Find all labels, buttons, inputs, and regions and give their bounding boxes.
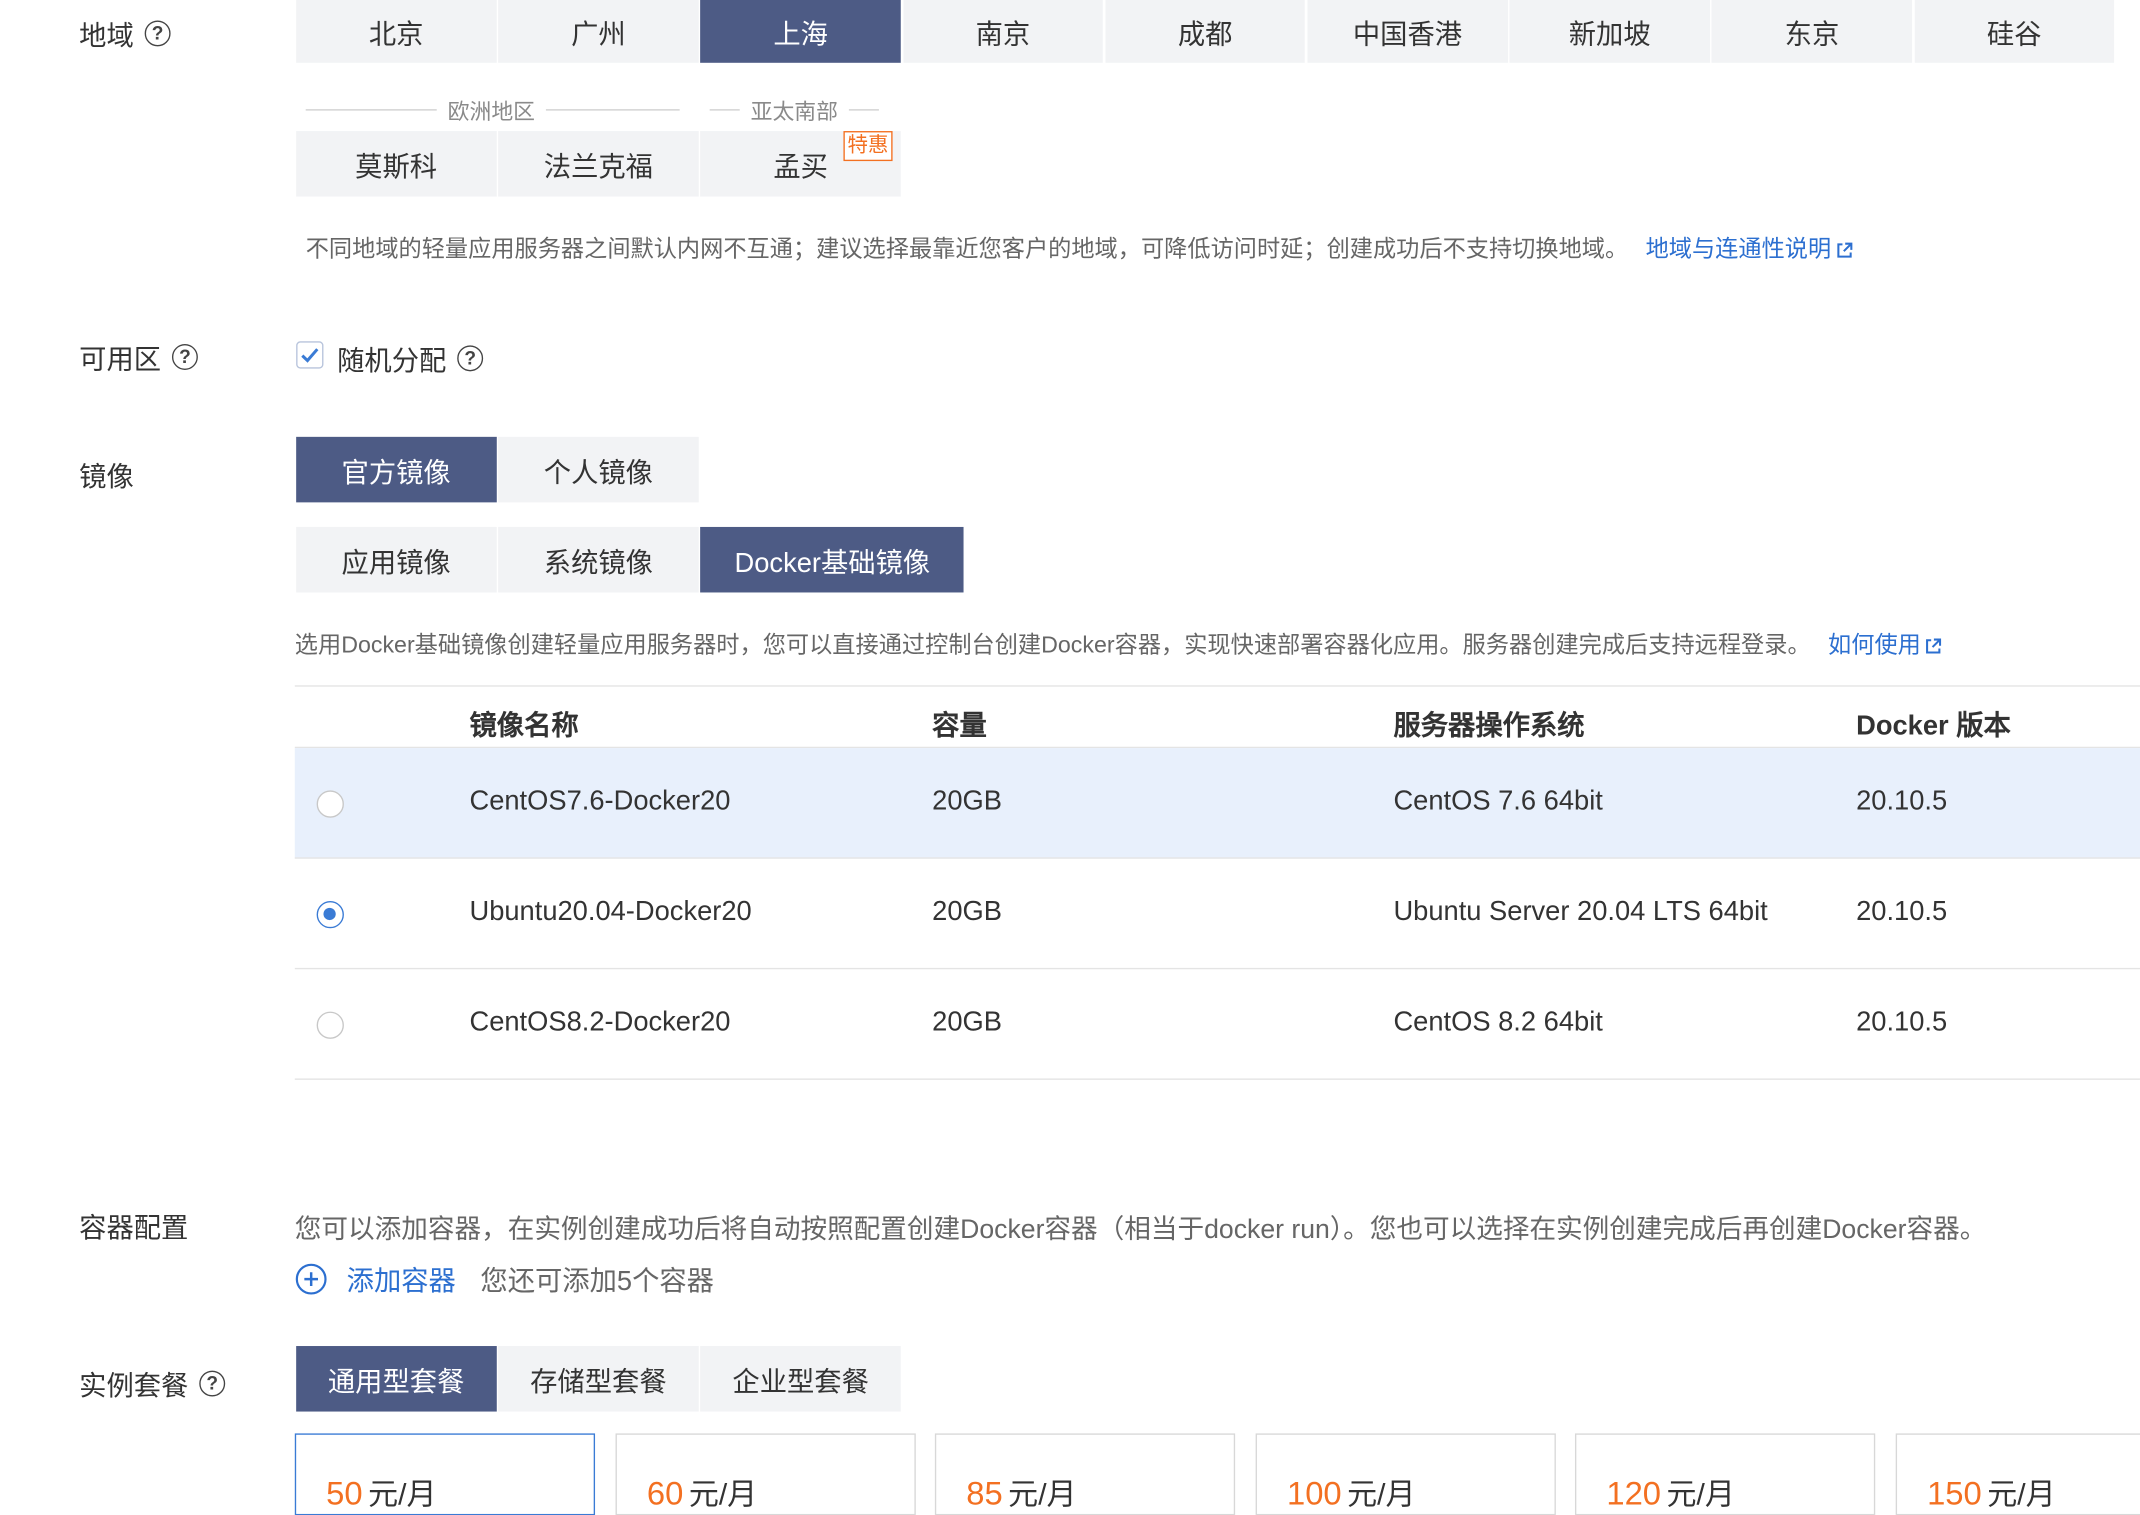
plan-price: 120 元/月 bbox=[1606, 1470, 1735, 1514]
image-radio-button[interactable] bbox=[316, 1011, 344, 1039]
plan-price: 100 元/月 bbox=[1287, 1470, 1416, 1514]
column-header-docker-version: Docker 版本 bbox=[1856, 711, 2011, 742]
apac-south-group-label: 亚太南部 bbox=[709, 93, 879, 126]
region-tab-8[interactable]: 硅谷 bbox=[1914, 0, 2115, 63]
column-header-capacity: 容量 bbox=[932, 711, 987, 742]
plan-price-amount: 100 bbox=[1286, 1475, 1342, 1513]
plan-price-unit: 元/月 bbox=[1666, 1477, 1735, 1512]
region-tab-2[interactable]: 上海 bbox=[700, 0, 901, 63]
image-type-tab-0[interactable]: 应用镜像 bbox=[296, 526, 497, 593]
plan-price-unit: 元/月 bbox=[1987, 1477, 2056, 1512]
plan-price: 85 元/月 bbox=[966, 1470, 1076, 1514]
region-label: 地域 bbox=[79, 21, 134, 52]
image-name-cell: CentOS8.2-Docker20 bbox=[469, 1007, 731, 1038]
plan-label: 实例套餐 bbox=[79, 1371, 189, 1402]
region-tab-4[interactable]: 成都 bbox=[1105, 0, 1306, 63]
region-tab-1[interactable]: 广州 bbox=[498, 0, 699, 63]
image-label: 镜像 bbox=[79, 462, 134, 493]
plan-price-unit: 元/月 bbox=[1008, 1477, 1077, 1512]
image-radio-button[interactable] bbox=[316, 790, 344, 818]
region-tab-3[interactable]: 南京 bbox=[902, 0, 1103, 63]
os-cell: CentOS 7.6 64bit bbox=[1393, 786, 1603, 817]
plan-card[interactable]: 120 元/月 bbox=[1574, 1433, 1876, 1515]
zone-label-group: 可用区 ? bbox=[79, 337, 198, 377]
os-cell: CentOS 8.2 64bit bbox=[1393, 1007, 1603, 1038]
plan-card[interactable]: 60 元/月 bbox=[615, 1433, 916, 1515]
question-circle-icon[interactable]: ? bbox=[199, 1370, 226, 1397]
region-tab-0[interactable]: 北京 bbox=[296, 0, 497, 63]
image-hint: 选用Docker基础镜像创建轻量应用服务器时，您可以直接通过控制台创建Docke… bbox=[295, 625, 1943, 659]
region-tab-5[interactable]: 中国香港 bbox=[1307, 0, 1508, 63]
image-type-tab-1[interactable]: 系统镜像 bbox=[498, 526, 699, 593]
container-label: 容器配置 bbox=[79, 1213, 189, 1244]
how-to-use-link[interactable]: 如何使用 bbox=[1828, 632, 1943, 658]
plan-card[interactable]: 85 元/月 bbox=[934, 1433, 1236, 1515]
column-header-os: 服务器操作系统 bbox=[1393, 711, 1585, 742]
image-label-group: 镜像 bbox=[79, 455, 134, 495]
plan-price-amount: 50 bbox=[326, 1475, 363, 1513]
random-assign-checkbox[interactable] bbox=[296, 341, 324, 369]
random-assign-label-group: 随机分配 ? bbox=[337, 339, 484, 379]
plan-price-amount: 120 bbox=[1606, 1475, 1662, 1513]
image-type-tab-2[interactable]: Docker基础镜像 bbox=[700, 526, 965, 593]
extra-region-tab-0[interactable]: 莫斯科 bbox=[296, 131, 497, 197]
add-container-row: 添加容器 您还可添加5个容器 bbox=[295, 1259, 714, 1299]
plan-price-amount: 85 bbox=[966, 1475, 1003, 1513]
question-circle-icon[interactable]: ? bbox=[144, 20, 171, 47]
image-name-cell: Ubuntu20.04-Docker20 bbox=[469, 896, 752, 927]
plus-circle-icon[interactable] bbox=[295, 1262, 328, 1295]
image-name-cell: CentOS7.6-Docker20 bbox=[469, 786, 731, 817]
plan-price: 60 元/月 bbox=[647, 1470, 757, 1514]
plan-card[interactable]: 150 元/月 bbox=[1895, 1433, 2140, 1515]
plan-price-unit: 元/月 bbox=[1347, 1477, 1416, 1512]
promo-badge: 特惠 bbox=[843, 131, 893, 162]
image-source-tab-1[interactable]: 个人镜像 bbox=[498, 436, 699, 503]
plan-label-group: 实例套餐 ? bbox=[79, 1364, 226, 1404]
plan-tab-2[interactable]: 企业型套餐 bbox=[700, 1346, 901, 1412]
plan-price-unit: 元/月 bbox=[368, 1477, 437, 1512]
table-row[interactable]: CentOS8.2-Docker20 20GB CentOS 8.2 64bit 20… bbox=[294, 969, 2140, 1080]
capacity-cell: 20GB bbox=[932, 1007, 1002, 1038]
check-icon bbox=[301, 348, 319, 363]
external-link-icon bbox=[1926, 638, 1942, 654]
plan-price: 50 元/月 bbox=[326, 1470, 436, 1514]
extra-region-tab-1[interactable]: 法兰克福 bbox=[498, 131, 699, 197]
os-cell: Ubuntu Server 20.04 LTS 64bit bbox=[1393, 896, 1768, 927]
image-table-header: 镜像名称 容量 服务器操作系统 Docker 版本 bbox=[294, 685, 2140, 749]
plan-price: 150 元/月 bbox=[1927, 1470, 2056, 1514]
plan-price-amount: 150 bbox=[1927, 1475, 1982, 1513]
region-connectivity-link[interactable]: 地域与连通性说明 bbox=[1646, 236, 1853, 262]
region-label-group: 地域 ? bbox=[79, 14, 171, 54]
container-hint: 您可以添加容器，在实例创建成功后将自动按照配置创建Docker容器（相当于doc… bbox=[294, 1214, 1987, 1246]
europe-group-label: 欧洲地区 bbox=[305, 93, 680, 126]
plan-price-unit: 元/月 bbox=[688, 1477, 758, 1512]
docker-version-cell: 20.10.5 bbox=[1856, 786, 1948, 817]
region-tab-7[interactable]: 东京 bbox=[1711, 0, 1912, 63]
plan-tab-1[interactable]: 存储型套餐 bbox=[498, 1346, 699, 1412]
plan-card[interactable]: 50 元/月 bbox=[294, 1433, 596, 1515]
add-container-button[interactable]: 添加容器 bbox=[347, 1259, 456, 1299]
container-label-group: 容器配置 bbox=[79, 1205, 188, 1245]
zone-label: 可用区 bbox=[79, 345, 162, 376]
capacity-cell: 20GB bbox=[932, 896, 1002, 927]
random-assign-label[interactable]: 随机分配 bbox=[337, 339, 446, 379]
table-row[interactable]: CentOS7.6-Docker20 20GB CentOS 7.6 64bit 20… bbox=[294, 748, 2140, 859]
question-circle-icon[interactable]: ? bbox=[457, 345, 484, 372]
plan-tab-0[interactable]: 通用型套餐 bbox=[296, 1346, 497, 1412]
docker-version-cell: 20.10.5 bbox=[1856, 1007, 1948, 1038]
plan-card[interactable]: 100 元/月 bbox=[1255, 1433, 1556, 1515]
question-circle-icon[interactable]: ? bbox=[171, 344, 198, 370]
column-header-name: 镜像名称 bbox=[469, 711, 579, 742]
region-hint: 不同地域的轻量应用服务器之间默认内网不互通；建议选择最靠近您客户的地域，可降低访… bbox=[306, 229, 1853, 263]
image-source-tab-0[interactable]: 官方镜像 bbox=[296, 436, 497, 503]
image-radio-button[interactable] bbox=[316, 900, 344, 929]
plan-price-amount: 60 bbox=[646, 1475, 684, 1513]
docker-version-cell: 20.10.5 bbox=[1856, 896, 1948, 927]
capacity-cell: 20GB bbox=[932, 786, 1002, 817]
table-row[interactable]: Ubuntu20.04-Docker20 20GB Ubuntu Server 20… bbox=[294, 859, 2140, 970]
region-tab-6[interactable]: 新加坡 bbox=[1509, 0, 1710, 63]
remaining-container-count: 您还可添加5个容器 bbox=[480, 1266, 714, 1297]
external-link-icon bbox=[1836, 242, 1852, 258]
